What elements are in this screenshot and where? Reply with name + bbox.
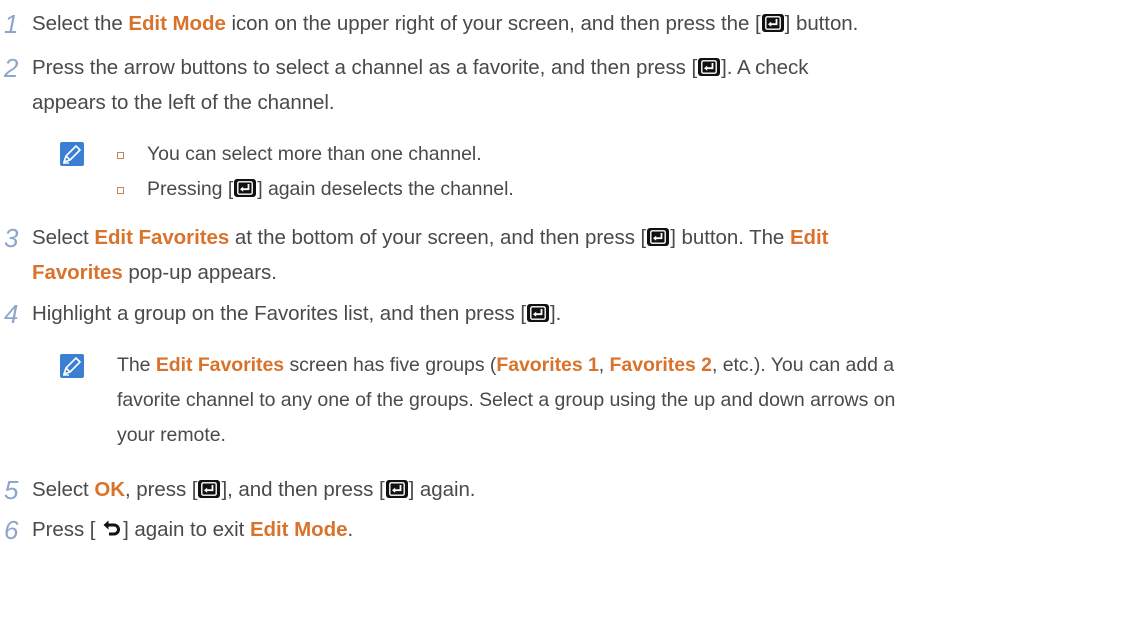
note-pencil-icon <box>60 142 84 166</box>
note-text-continued: favorite channel to any one of the group… <box>117 389 896 411</box>
enter-key-icon <box>385 480 408 498</box>
note-text-continued: your remote. <box>117 424 226 446</box>
note-text: The Edit Favorites screen has five group… <box>117 354 895 376</box>
step-number: 2 <box>4 53 19 83</box>
ui-term: Edit Mode <box>128 12 226 35</box>
ui-term: OK <box>94 478 125 501</box>
ui-term: Favorites 2 <box>609 354 712 376</box>
return-key-icon <box>102 519 122 539</box>
step-number: 1 <box>4 9 19 39</box>
step-text: Select Edit Favorites at the bottom of y… <box>32 226 829 249</box>
step-text: Select the Edit Mode icon on the upper r… <box>32 12 859 35</box>
step-text: Select OK, press [], and then press [] a… <box>32 478 476 501</box>
ui-term: Favorites <box>32 261 123 284</box>
enter-key-icon <box>234 179 257 197</box>
step-text: Press [ ] again to exit Edit Mode. <box>32 518 354 541</box>
ui-term: Edit Mode <box>249 518 348 541</box>
step-text-continued: Favorites pop-up appears. <box>32 261 277 284</box>
step-text: Highlight a group on the Favorites list,… <box>32 302 562 325</box>
step-number: 3 <box>4 223 19 253</box>
square-bullet-icon <box>117 152 124 159</box>
enter-key-icon <box>698 58 721 76</box>
enter-key-icon <box>527 304 549 322</box>
ui-term: Edit Favorites <box>94 226 230 249</box>
enter-key-icon <box>647 228 670 246</box>
note-pencil-icon <box>60 354 84 378</box>
square-bullet-icon <box>117 187 124 194</box>
ui-term: Edit <box>789 226 829 249</box>
step-text-continued: appears to the left of the channel. <box>32 91 335 114</box>
note-item: Pressing [] again deselects the channel. <box>147 178 514 200</box>
step-text: Press the arrow buttons to select a chan… <box>32 56 809 79</box>
step-number: 4 <box>4 299 19 329</box>
ui-term: Edit Favorites <box>155 354 285 376</box>
note-item: You can select more than one channel. <box>147 143 482 165</box>
step-number: 6 <box>4 515 19 545</box>
enter-key-icon <box>198 480 221 498</box>
ui-term: Favorites 1 <box>496 354 599 376</box>
enter-key-icon <box>761 14 784 32</box>
step-number: 5 <box>4 475 19 505</box>
